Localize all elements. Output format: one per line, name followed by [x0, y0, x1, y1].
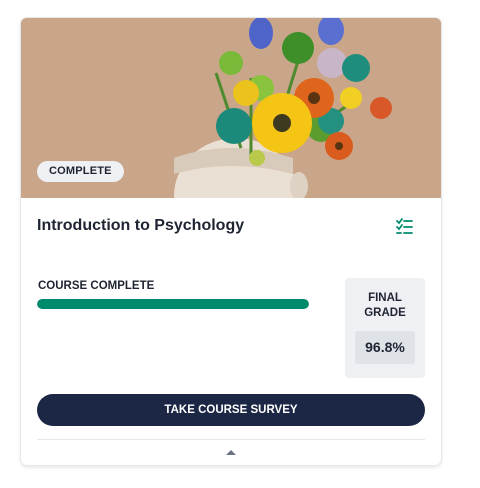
course-title: Introduction to Psychology: [37, 217, 245, 234]
progress-fill: [37, 299, 309, 309]
course-image[interactable]: COMPLETE: [21, 18, 441, 198]
course-card: COMPLETE Introduction to Psychology COUR…: [21, 18, 441, 465]
checklist-icon[interactable]: [391, 215, 417, 239]
caret-up-icon[interactable]: [221, 446, 241, 460]
progress-bar: [37, 299, 309, 309]
progress-label: COURSE COMPLETE: [38, 280, 155, 292]
take-course-survey-button[interactable]: TAKE COURSE SURVEY: [37, 394, 425, 426]
final-grade-value: 96.8%: [355, 331, 415, 364]
divider: [37, 439, 425, 440]
status-badge: COMPLETE: [37, 161, 124, 182]
final-grade-panel: FINAL GRADE 96.8%: [345, 278, 425, 378]
final-grade-label: FINAL GRADE: [364, 292, 406, 319]
